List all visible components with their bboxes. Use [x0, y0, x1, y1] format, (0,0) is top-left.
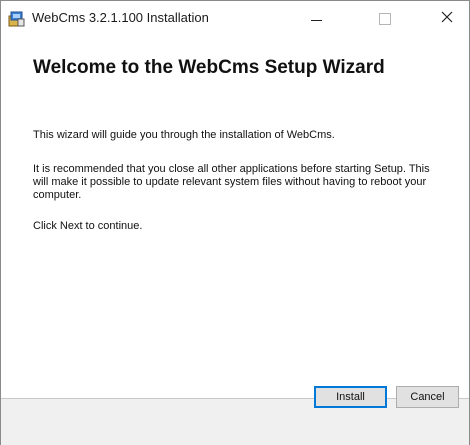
maximize-icon: [379, 13, 391, 25]
window-title: WebCms 3.2.1.100 Installation: [32, 10, 209, 25]
install-button[interactable]: Install: [314, 386, 387, 408]
wizard-heading: Welcome to the WebCms Setup Wizard: [33, 57, 385, 78]
close-button[interactable]: [425, 1, 469, 37]
title-bar[interactable]: WebCms 3.2.1.100 Installation: [1, 1, 469, 37]
cancel-button[interactable]: Cancel: [396, 386, 459, 408]
intro-paragraph: This wizard will guide you through the i…: [33, 129, 335, 141]
minimize-button[interactable]: [294, 1, 338, 37]
installer-package-icon: [8, 10, 25, 27]
setup-wizard-window: WebCms 3.2.1.100 Installation Welcome to…: [0, 0, 470, 445]
minimize-icon: [310, 19, 322, 21]
maximize-button[interactable]: [363, 1, 407, 37]
recommendation-paragraph: It is recommended that you close all oth…: [33, 163, 430, 201]
close-icon: [441, 10, 453, 28]
continue-instruction: Click Next to continue.: [33, 220, 143, 232]
